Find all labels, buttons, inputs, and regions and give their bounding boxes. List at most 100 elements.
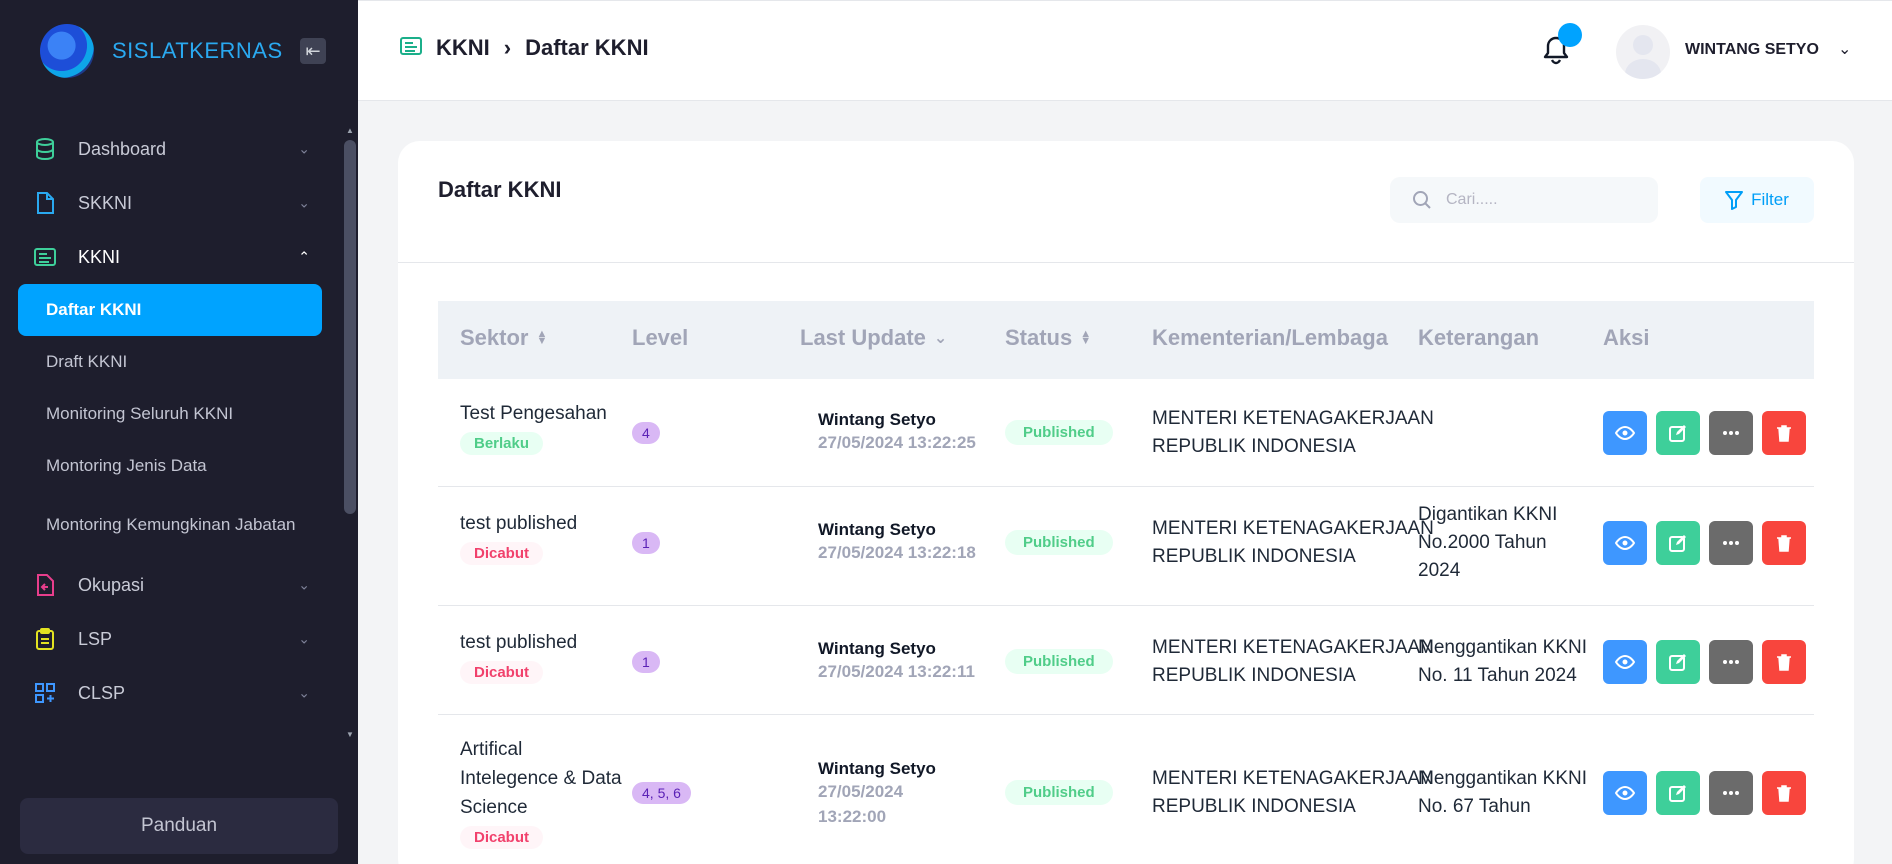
level-cell: 4, 5, 6 bbox=[632, 782, 691, 804]
view-button[interactable] bbox=[1603, 771, 1647, 815]
more-dots-icon bbox=[1723, 431, 1739, 435]
trash-icon bbox=[1777, 535, 1791, 552]
kementerian-cell: MENTERI KETENAGAKERJAAN REPUBLIK INDONES… bbox=[1152, 634, 1434, 690]
chevron-right-icon: › bbox=[503, 35, 512, 60]
delete-button[interactable] bbox=[1762, 640, 1806, 684]
arrow-left-icon: ⇤ bbox=[305, 40, 321, 61]
ledger-icon bbox=[400, 35, 422, 61]
update-cell: Wintang Setyo 27/05/2024 13:22:11 bbox=[818, 639, 975, 684]
delete-button[interactable] bbox=[1762, 521, 1806, 565]
sidebar-menu: Dashboard ⌄ SKKNI ⌄ KKNI ⌃ Daftar KKNI D… bbox=[18, 122, 322, 720]
sidebar-item-skkni[interactable]: SKKNI ⌄ bbox=[18, 176, 322, 230]
status-badge: Berlaku bbox=[460, 432, 544, 455]
keterangan-cell: Menggantikan KKNI No. 67 Tahun bbox=[1418, 765, 1587, 821]
username[interactable]: WINTANG SETYO bbox=[1685, 41, 1819, 59]
edit-button[interactable] bbox=[1656, 771, 1700, 815]
breadcrumb-root[interactable]: KKNI bbox=[436, 35, 490, 61]
panduan-button[interactable]: Panduan bbox=[20, 798, 338, 854]
kementerian-line: MENTERI KETENAGAKERJAAN bbox=[1152, 408, 1434, 429]
sektor-name: Science bbox=[460, 797, 528, 818]
chevron-down-icon[interactable]: ⌄ bbox=[1838, 39, 1851, 59]
status-badge: Dicabut bbox=[460, 826, 544, 849]
more-button[interactable] bbox=[1709, 640, 1753, 684]
sektor-cell: test published Dicabut bbox=[460, 509, 577, 565]
sidebar-subitem-draft-kkni[interactable]: Draft KKNI bbox=[18, 336, 322, 388]
sidebar-item-lsp[interactable]: LSP ⌄ bbox=[18, 612, 322, 666]
update-date: 27/05/2024 13:22:25 bbox=[818, 433, 976, 452]
notification-dot bbox=[1558, 23, 1582, 47]
col-label: Last Update bbox=[800, 325, 926, 350]
divider bbox=[398, 262, 1854, 263]
sidebar-subitem-montoring-jenis-data[interactable]: Montoring Jenis Data bbox=[18, 440, 322, 492]
scroll-up-icon[interactable]: ▲ bbox=[346, 126, 354, 135]
trash-icon bbox=[1777, 654, 1791, 671]
status-cell: Published bbox=[1005, 780, 1113, 805]
chevron-down-icon: ⌄ bbox=[298, 194, 310, 211]
row-actions bbox=[1603, 411, 1806, 455]
kkni-submenu: Daftar KKNI Draft KKNI Monitoring Seluru… bbox=[18, 284, 322, 558]
breadcrumb: KKNI › Daftar KKNI bbox=[400, 35, 649, 61]
view-button[interactable] bbox=[1603, 521, 1647, 565]
keterangan-line: Menggantikan KKNI bbox=[1418, 637, 1587, 658]
filter-label: Filter bbox=[1751, 190, 1789, 209]
status-badge: Published bbox=[1005, 420, 1113, 445]
sidebar-item-label: LSP bbox=[78, 628, 113, 649]
search-box[interactable] bbox=[1390, 177, 1658, 223]
sidebar-scrollbar[interactable] bbox=[344, 140, 356, 514]
sidebar-collapse-button[interactable]: ⇤ bbox=[300, 38, 326, 64]
view-button[interactable] bbox=[1603, 640, 1647, 684]
kkni-list-card: Daftar KKNI Filter Sektor ▲▼ Level Last U… bbox=[398, 141, 1854, 864]
status-badge: Published bbox=[1005, 649, 1113, 674]
col-label: Status bbox=[1005, 325, 1073, 350]
kementerian-line: REPUBLIK INDONESIA bbox=[1152, 436, 1356, 457]
sektor-cell: Artifical Intelegence & Data Science Dic… bbox=[460, 735, 622, 849]
sidebar-item-label: CLSP bbox=[78, 682, 126, 703]
delete-button[interactable] bbox=[1762, 411, 1806, 455]
sektor-cell: Test Pengesahan Berlaku bbox=[460, 399, 607, 455]
col-aksi: Aksi bbox=[1603, 325, 1649, 351]
view-button[interactable] bbox=[1603, 411, 1647, 455]
kementerian-line: MENTERI KETENAGAKERJAAN bbox=[1152, 768, 1434, 789]
sidebar-item-okupasi[interactable]: Okupasi ⌄ bbox=[18, 558, 322, 612]
update-cell: Wintang Setyo 27/05/2024 13:22:00 bbox=[818, 759, 936, 829]
filter-button[interactable]: Filter bbox=[1700, 177, 1814, 223]
sidebar-item-label: SKKNI bbox=[78, 192, 133, 213]
delete-button[interactable] bbox=[1762, 771, 1806, 815]
table-row: Artifical Intelegence & Data Science Dic… bbox=[438, 715, 1814, 864]
chevron-down-icon: ⌄ bbox=[298, 684, 310, 701]
sidebar-item-clsp[interactable]: CLSP ⌄ bbox=[18, 666, 322, 720]
avatar[interactable] bbox=[1616, 25, 1670, 79]
kementerian-line: MENTERI KETENAGAKERJAAN bbox=[1152, 637, 1434, 658]
edit-button[interactable] bbox=[1656, 411, 1700, 455]
col-label: Aksi bbox=[1603, 325, 1650, 350]
brand[interactable]: SISLATKERNAS bbox=[40, 24, 283, 78]
scroll-down-icon[interactable]: ▼ bbox=[346, 730, 354, 739]
sidebar-item-dashboard[interactable]: Dashboard ⌄ bbox=[18, 122, 322, 176]
sidebar-subitem-daftar-kkni[interactable]: Daftar KKNI bbox=[18, 284, 322, 336]
edit-button[interactable] bbox=[1656, 640, 1700, 684]
avatar-body bbox=[1625, 59, 1661, 79]
status-cell: Published bbox=[1005, 649, 1113, 674]
keterangan-line: No. 11 Tahun 2024 bbox=[1418, 665, 1577, 686]
update-cell: Wintang Setyo 27/05/2024 13:22:18 bbox=[818, 520, 976, 565]
table-row: test published Dicabut 1 Wintang Setyo 2… bbox=[438, 606, 1814, 715]
kementerian-line: REPUBLIK INDONESIA bbox=[1152, 665, 1356, 686]
sidebar-subitem-monitoring-seluruh[interactable]: Monitoring Seluruh KKNI bbox=[18, 388, 322, 440]
col-sektor[interactable]: Sektor ▲ ▼ bbox=[460, 325, 547, 351]
sidebar-item-label: KKNI bbox=[78, 246, 121, 267]
sidebar-item-kkni[interactable]: KKNI ⌃ bbox=[18, 230, 322, 284]
more-button[interactable] bbox=[1709, 411, 1753, 455]
level-badge: 1 bbox=[632, 651, 660, 673]
edit-button[interactable] bbox=[1656, 521, 1700, 565]
more-button[interactable] bbox=[1709, 521, 1753, 565]
col-label: Keterangan bbox=[1418, 325, 1540, 350]
col-status[interactable]: Status ▲ ▼ bbox=[1005, 325, 1091, 351]
kkni-table: Sektor ▲ ▼ Level Last Update ⌄ Status ▲ ▼ Kem… bbox=[438, 301, 1814, 864]
sektor-name: test published bbox=[460, 632, 578, 653]
sidebar-subitem-montoring-kemungkinan[interactable]: Montoring Kemungkinan Jabatan bbox=[18, 492, 322, 558]
col-last-update[interactable]: Last Update ⌄ bbox=[800, 325, 947, 351]
more-button[interactable] bbox=[1709, 771, 1753, 815]
more-dots-icon bbox=[1723, 791, 1739, 795]
search-input[interactable] bbox=[1446, 191, 1636, 209]
trash-icon bbox=[1777, 785, 1791, 802]
